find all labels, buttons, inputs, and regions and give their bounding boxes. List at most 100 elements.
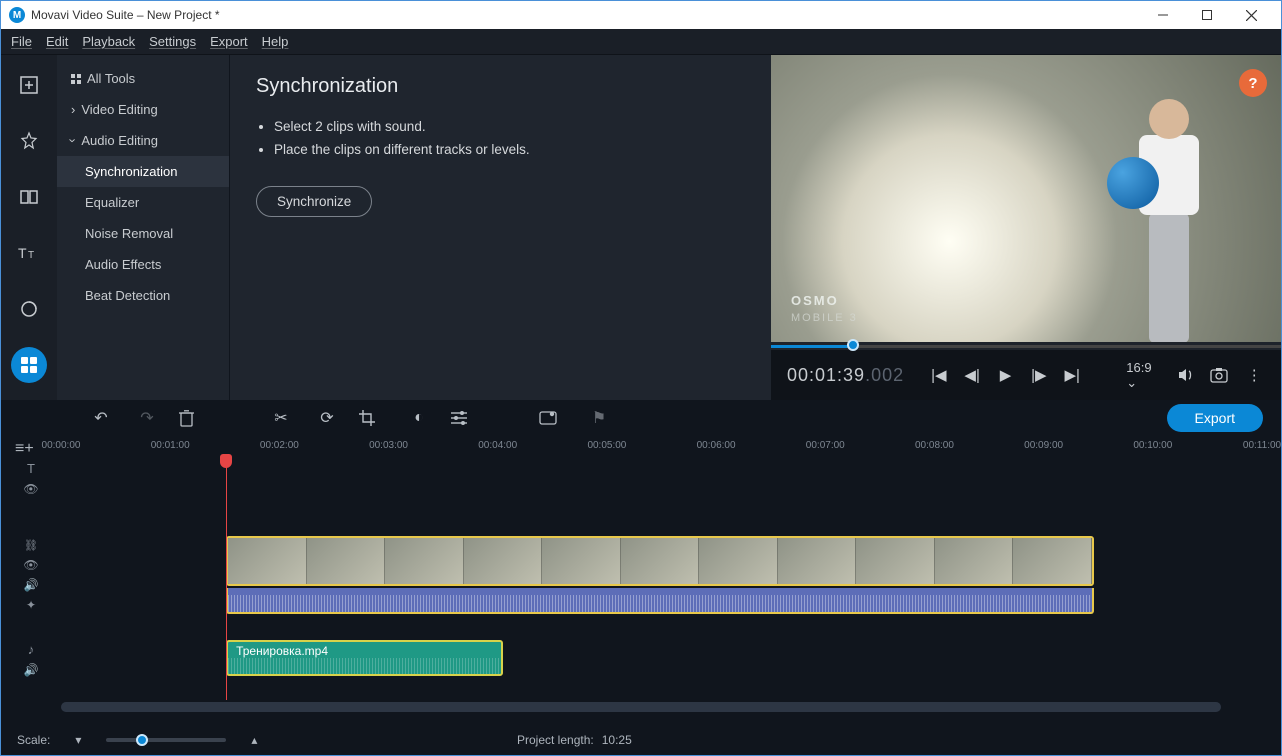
scale-up-button[interactable]: ▴ [246, 733, 262, 747]
svg-text:T: T [28, 250, 34, 261]
panel-instructions: Select 2 clips with sound. Place the cli… [256, 116, 745, 162]
volume-icon[interactable] [1177, 366, 1198, 384]
track-lane[interactable] [61, 460, 1281, 496]
clip-properties-icon[interactable] [451, 411, 479, 425]
timeline-tracks: T 👁 ⛓ 👁 🔊 ✦ [1, 460, 1281, 700]
tool-import-icon[interactable] [11, 67, 47, 103]
split-icon[interactable]: ✂ [267, 408, 295, 428]
prev-clip-icon[interactable]: |◀ [928, 366, 949, 384]
track-lane[interactable]: Тренировка.mp4 [61, 636, 1281, 682]
fx-icon[interactable]: ✦ [26, 598, 36, 612]
timeline-ruler[interactable]: 00:00:0000:01:0000:02:0000:03:0000:04:00… [1, 436, 1281, 460]
ruler-tick: 00:01:00 [151, 440, 190, 451]
color-adjust-icon[interactable]: ◐ [405, 409, 433, 427]
preview-panel: OSMO MOBILE 3 ? 00:01:39.002 |◀ ◀| ▶ |▶ … [771, 55, 1281, 400]
tools-tree: All Tools › Video Editing › Audio Editin… [57, 55, 229, 400]
more-icon[interactable]: ⋮ [1244, 366, 1265, 384]
tree-item-equalizer[interactable]: Equalizer [57, 187, 229, 218]
export-button[interactable]: Export [1167, 404, 1263, 432]
visibility-icon[interactable]: 👁 [23, 482, 38, 496]
mute-icon[interactable]: 🔊 [24, 663, 39, 677]
menu-file[interactable]: File [11, 34, 32, 49]
crop-icon[interactable] [359, 410, 387, 426]
tool-titles-icon[interactable]: TT [11, 235, 47, 271]
scale-slider[interactable] [106, 738, 226, 742]
ruler-tick: 00:09:00 [1024, 440, 1063, 451]
ruler-tick: 00:10:00 [1133, 440, 1172, 451]
help-button[interactable]: ? [1239, 69, 1267, 97]
panel-instruction-1: Select 2 clips with sound. [274, 116, 745, 139]
scale-down-button[interactable]: ▾ [70, 733, 86, 747]
app-window: M Movavi Video Suite – New Project * Fil… [0, 0, 1282, 756]
titlebar: M Movavi Video Suite – New Project * [1, 1, 1281, 29]
svg-text:T: T [18, 245, 27, 261]
tree-item-label: Beat Detection [85, 288, 170, 303]
tool-transitions-icon[interactable] [11, 179, 47, 215]
marker-icon[interactable]: ⚑ [585, 408, 613, 428]
play-icon[interactable]: ▶ [995, 366, 1016, 384]
panel-instruction-2: Place the clips on different tracks or l… [274, 139, 745, 162]
synchronize-button[interactable]: Synchronize [256, 186, 372, 217]
tree-video-editing[interactable]: › Video Editing [57, 94, 229, 125]
rotate-icon[interactable]: ⟳ [313, 408, 341, 428]
preview-controls: 00:01:39.002 |◀ ◀| ▶ |▶ ▶| 16:9 ⌄ ⋮ [771, 350, 1281, 400]
preview-subject [1101, 95, 1221, 342]
tree-audio-editing[interactable]: › Audio Editing [57, 125, 229, 156]
track-video: ⛓ 👁 🔊 ✦ [1, 532, 1281, 618]
tree-item-synchronization[interactable]: Synchronization [57, 156, 229, 187]
mute-icon[interactable]: 🔊 [24, 578, 39, 592]
tree-video-editing-label: Video Editing [81, 102, 157, 117]
preview-video[interactable]: OSMO MOBILE 3 [771, 55, 1281, 342]
grid-icon [71, 74, 81, 84]
aspect-ratio-selector[interactable]: 16:9 ⌄ [1126, 360, 1165, 391]
visibility-icon[interactable]: 👁 [23, 558, 38, 572]
undo-icon[interactable]: ↶ [87, 408, 115, 428]
link-icon[interactable]: ⛓ [24, 539, 38, 552]
tool-stickers-icon[interactable] [11, 291, 47, 327]
tool-filters-icon[interactable] [11, 123, 47, 159]
timeline: ≡+ 00:00:0000:01:0000:02:0000:03:0000:04… [1, 436, 1281, 725]
menu-playback[interactable]: Playback [82, 34, 135, 49]
step-fwd-icon[interactable]: |▶ [1028, 366, 1049, 384]
timeline-scrollbar[interactable] [61, 702, 1221, 712]
track-lane[interactable] [61, 532, 1281, 618]
tree-item-noise-removal[interactable]: Noise Removal [57, 218, 229, 249]
tree-item-audio-effects[interactable]: Audio Effects [57, 249, 229, 280]
delete-icon[interactable] [179, 410, 207, 427]
timeline-playhead[interactable] [226, 460, 227, 700]
snapshot-icon[interactable] [1210, 367, 1231, 383]
ruler-tick: 00:11:00 [1243, 440, 1281, 451]
menu-edit[interactable]: Edit [46, 34, 68, 49]
redo-icon[interactable]: ↷ [133, 408, 161, 428]
scale-label: Scale: [17, 733, 50, 747]
ruler-tick: 00:04:00 [478, 440, 517, 451]
window-minimize-button[interactable] [1141, 1, 1185, 29]
tree-item-label: Noise Removal [85, 226, 173, 241]
tree-all-tools-label: All Tools [87, 71, 135, 86]
step-back-icon[interactable]: ◀| [961, 366, 982, 384]
window-maximize-button[interactable] [1185, 1, 1229, 29]
audio-clip[interactable]: Тренировка.mp4 [226, 640, 503, 676]
tool-more-icon[interactable] [11, 347, 47, 383]
record-voice-icon[interactable] [539, 410, 567, 426]
preview-scrubber[interactable] [771, 342, 1281, 350]
ruler-tick: 00:06:00 [697, 440, 736, 451]
tree-item-beat-detection[interactable]: Beat Detection [57, 280, 229, 311]
upper-body: TT All Tools › Video Editing › Audio Edi… [1, 55, 1281, 400]
menu-settings[interactable]: Settings [149, 34, 196, 49]
tree-audio-editing-label: Audio Editing [81, 133, 158, 148]
next-clip-icon[interactable]: ▶| [1062, 366, 1083, 384]
chevron-down-icon: › [66, 138, 81, 142]
video-clip-audio[interactable] [226, 588, 1094, 614]
tree-all-tools[interactable]: All Tools [57, 63, 229, 94]
menu-help[interactable]: Help [262, 34, 289, 49]
chevron-right-icon: › [71, 102, 75, 117]
ruler-tick: 00:08:00 [915, 440, 954, 451]
track-titles: T 👁 [1, 460, 1281, 496]
window-close-button[interactable] [1229, 1, 1273, 29]
ruler-tick: 00:05:00 [587, 440, 626, 451]
menu-export[interactable]: Export [210, 34, 248, 49]
aspect-ratio-value: 16:9 [1126, 360, 1151, 375]
tool-content-panel: Synchronization Select 2 clips with soun… [229, 55, 771, 400]
video-clip[interactable] [226, 536, 1094, 586]
